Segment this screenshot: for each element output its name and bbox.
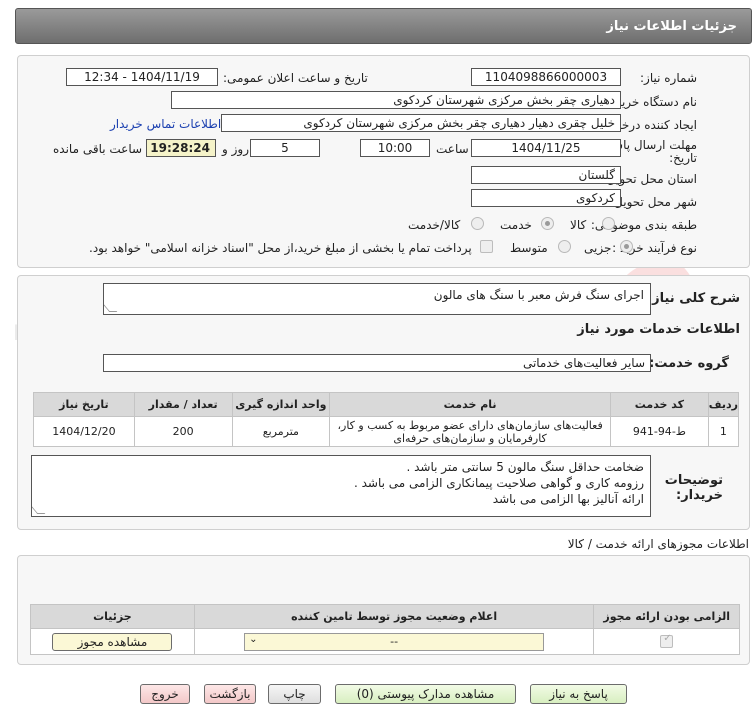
process-option-medium: متوسط <box>510 241 548 255</box>
buyer-notes-box: ضخامت حداقل سنگ مالون 5 سانتی متر باشد .… <box>31 455 651 517</box>
cell-service-name: فعالیت‌های سازمان‌های دارای عضو مربوط به… <box>329 416 612 447</box>
days-label: روز و <box>222 142 249 156</box>
summary-box: اجرای سنگ فرش معبر با سنگ های مالون <box>103 283 651 315</box>
city-label: شهر محل تحویل: <box>610 195 697 209</box>
category-radio-goods[interactable] <box>602 217 615 230</box>
permits-table: الزامی بودن ارائه مجوز اعلام وضعیت مجوز … <box>30 604 740 655</box>
deadline-time-field: 10:00 <box>360 139 430 157</box>
resize-grip-icon[interactable] <box>104 304 118 312</box>
requester-field: خلیل چقری دهیار دهیاری چقر بخش مرکزی شهر… <box>221 114 621 132</box>
process-option-minor: جزیی <box>584 241 612 255</box>
services-table-header: ردیف کد خدمت نام خدمت واحد اندازه گیری ت… <box>33 392 740 417</box>
service-group-label: گروه خدمت: <box>649 356 729 371</box>
deadline-date-field: 1404/11/25 <box>471 139 621 157</box>
col-service-name: نام خدمت <box>329 392 612 417</box>
summary-text: اجرای سنگ فرش معبر با سنگ های مالون <box>433 288 644 302</box>
back-button[interactable]: بازگشت <box>204 684 256 704</box>
col-service-code: کد خدمت <box>610 392 709 417</box>
cell-permit-details: مشاهده مجوز <box>30 628 195 655</box>
col-permit-details: جزئیات <box>30 604 195 629</box>
need-info-panel <box>17 55 750 268</box>
remaining-time-field: 19:28:24 <box>146 139 216 157</box>
permit-status-value: -- <box>390 634 399 648</box>
buyer-org-field: دهیاری چقر بخش مرکزی شهرستان کردکوی <box>171 91 621 109</box>
print-button[interactable]: چاپ <box>268 684 321 704</box>
deadline-time-label: ساعت <box>436 142 469 156</box>
need-number-label: شماره نیاز: <box>640 71 697 85</box>
buyer-note-line: رزومه کاری و گواهی صلاحیت پیمانکاری الزا… <box>353 476 644 490</box>
summary-label: شرح کلی نیاز: <box>646 291 740 306</box>
service-group-field: سایر فعالیت‌های خدماتی <box>103 354 651 372</box>
category-radio-service[interactable] <box>541 217 554 230</box>
remaining-label: ساعت باقی مانده <box>53 142 143 156</box>
category-option-goods: کالا <box>570 218 587 232</box>
table-row: 1 ط-94-941 فعالیت‌های سازمان‌های دارای ع… <box>33 416 740 447</box>
city-field: کردکوی <box>471 189 621 207</box>
buyer-notes-label-2: خریدار: <box>676 488 723 503</box>
cell-permit-status: -- ⌄ <box>193 628 595 655</box>
resize-grip-icon[interactable] <box>32 506 46 514</box>
reply-button[interactable]: پاسخ به نیاز <box>530 684 627 704</box>
category-option-service: خدمت <box>500 218 532 232</box>
treasury-checkbox[interactable] <box>480 240 493 253</box>
cell-quantity: 200 <box>133 416 233 447</box>
deadline-label-date: تاریخ: <box>669 151 697 165</box>
col-unit: واحد اندازه گیری <box>231 392 331 417</box>
announce-field: 1404/11/19 - 12:34 <box>66 68 218 86</box>
view-permit-button[interactable]: مشاهده مجوز <box>52 632 173 651</box>
table-row: ✓ -- ⌄ مشاهده مجوز <box>30 628 740 655</box>
permit-status-select[interactable]: -- ⌄ <box>244 632 545 651</box>
check-icon: ✓ <box>663 633 672 645</box>
col-row: ردیف <box>707 392 740 417</box>
buyer-note-line: ارائه آنالیز بها الزامی می باشد <box>492 492 644 506</box>
page-header: جزئیات اطلاعات نیاز <box>15 8 752 44</box>
treasury-text: پرداخت تمام یا بخشی از مبلغ خرید،از محل … <box>89 241 472 255</box>
announce-label: تاریخ و ساعت اعلان عمومی: <box>223 71 368 85</box>
view-attachments-button[interactable]: مشاهده مدارک پیوستی (0) <box>335 684 516 704</box>
col-need-date: تاریخ نیاز <box>33 392 135 417</box>
province-field: گلستان <box>471 166 621 184</box>
col-permit-required: الزامی بودن ارائه مجوز <box>593 604 740 629</box>
cell-service-code: ط-94-941 <box>610 416 709 447</box>
permits-title: اطلاعات مجوزهای ارائه خدمت / کالا <box>567 537 749 551</box>
cell-unit: مترمربع <box>231 416 331 447</box>
permit-required-checkbox: ✓ <box>660 633 674 649</box>
chevron-down-icon: ⌄ <box>249 633 258 645</box>
cell-row: 1 <box>707 416 740 447</box>
cell-need-date: 1404/12/20 <box>33 416 135 447</box>
contact-buyer-link[interactable]: اطلاعات تماس خریدار <box>110 117 221 131</box>
process-radio-medium[interactable] <box>558 240 571 253</box>
permits-table-header: الزامی بودن ارائه مجوز اعلام وضعیت مجوز … <box>30 604 740 629</box>
category-option-goods-service: کالا/خدمت <box>408 218 461 232</box>
col-quantity: تعداد / مقدار <box>133 392 233 417</box>
services-table: ردیف کد خدمت نام خدمت واحد اندازه گیری ت… <box>33 392 740 447</box>
process-radio-minor[interactable] <box>620 240 633 253</box>
days-field: 5 <box>250 139 320 157</box>
page-title: جزئیات اطلاعات نیاز <box>606 19 737 34</box>
buyer-notes-label: توضیحات <box>664 473 723 488</box>
need-number-field: 1104098866000003 <box>471 68 621 86</box>
services-title: اطلاعات خدمات مورد نیاز <box>577 322 740 337</box>
buyer-note-line: ضخامت حداقل سنگ مالون 5 سانتی متر باشد . <box>406 460 644 474</box>
exit-button[interactable]: خروج <box>140 684 190 704</box>
cell-permit-required: ✓ <box>593 628 740 655</box>
col-permit-status: اعلام وضعیت مجوز توسط تامین کننده <box>193 604 595 629</box>
category-radio-goods-service[interactable] <box>471 217 484 230</box>
